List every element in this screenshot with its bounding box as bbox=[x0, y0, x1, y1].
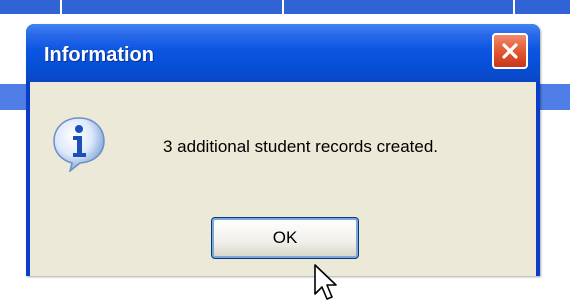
ok-button-label: OK bbox=[272, 228, 298, 247]
ok-button[interactable]: OK bbox=[211, 217, 359, 259]
dialog-titlebar[interactable]: Information bbox=[26, 24, 540, 82]
close-button[interactable] bbox=[492, 33, 528, 69]
header-separator bbox=[60, 0, 62, 14]
header-separator bbox=[282, 0, 284, 14]
mouse-cursor-icon bbox=[314, 264, 337, 300]
header-separator bbox=[513, 0, 515, 14]
dialog-message: 3 additional student records created. bbox=[163, 137, 439, 156]
background-app-header bbox=[0, 0, 570, 14]
dialog-body: 3 additional student records created. OK bbox=[30, 82, 536, 300]
dialog-title: Information bbox=[44, 44, 154, 66]
close-icon bbox=[502, 43, 518, 59]
information-icon bbox=[53, 117, 105, 172]
information-dialog: Information 3 additional student records… bbox=[26, 24, 540, 300]
